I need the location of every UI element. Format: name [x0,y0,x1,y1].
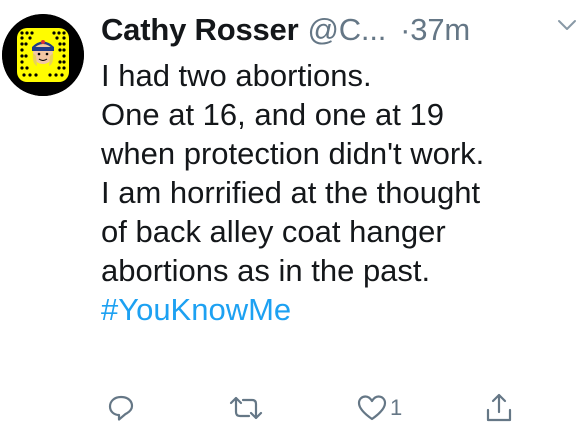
hashtag-link[interactable]: #YouKnowMe [101,290,571,329]
tweet-text: I had two abortions. One at 16, and one … [101,56,571,329]
timestamp[interactable]: 37m [410,12,470,48]
share-icon [486,393,512,422]
tweet-line: when protection didn't work. [101,136,485,171]
retweet-button[interactable] [229,386,266,430]
share-button[interactable] [485,386,513,430]
action-bar: 1 [0,386,580,430]
separator-dot: · [400,12,411,47]
tweet-line: of back alley coat hanger [101,214,446,249]
like-count: 1 [390,395,403,420]
snapcode-avatar-image [2,14,84,96]
tweet-line: I am horrified at the thought [101,175,481,210]
tweet: Cathy Rosser @C... · 37m I had two abort… [0,0,580,445]
avatar[interactable] [2,14,84,96]
tweet-header: Cathy Rosser @C... · 37m [101,8,571,52]
tweet-line: One at 16, and one at 19 [101,97,444,132]
author-handle[interactable]: @C... [307,12,386,48]
chevron-down-icon[interactable] [556,14,578,36]
like-button[interactable]: 1 [357,386,402,430]
tweet-line: abortions as in the past. [101,253,431,288]
tweet-line: I had two abortions. [101,58,372,93]
reply-icon [108,395,134,421]
like-icon [357,395,387,421]
author-name[interactable]: Cathy Rosser [101,12,299,48]
reply-button[interactable] [107,386,138,430]
retweet-icon [229,396,263,420]
